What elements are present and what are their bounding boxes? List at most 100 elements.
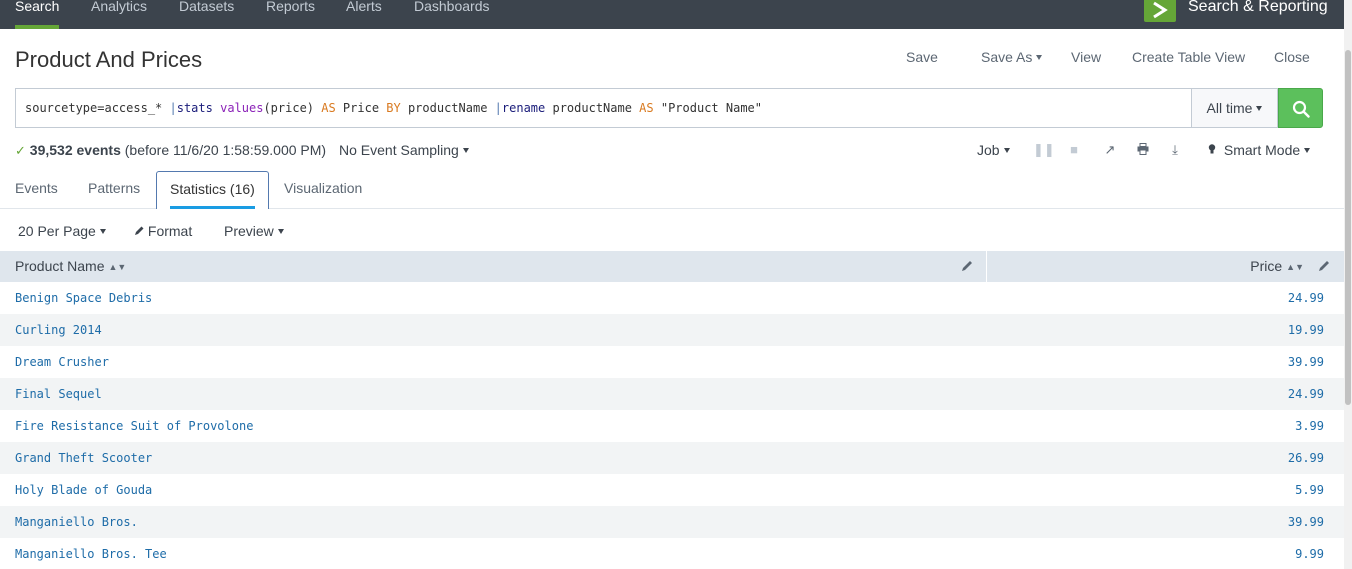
share-icon[interactable]: ↗ <box>1102 141 1118 159</box>
page-title: Product And Prices <box>15 47 203 72</box>
print-icon[interactable] <box>1135 141 1151 159</box>
nav-datasets[interactable]: Datasets <box>179 0 234 26</box>
product-name-cell[interactable]: Benign Space Debris <box>15 282 152 314</box>
product-name-cell[interactable]: Manganiello Bros. <box>15 506 138 538</box>
format-button[interactable]: Format <box>134 222 192 240</box>
results-table-body: Benign Space Debris 24.99 Curling 2014 19.9… <box>0 282 1344 569</box>
tab-events[interactable]: Events <box>15 169 58 209</box>
event-sampling-dropdown[interactable]: No Event Sampling <box>339 141 469 159</box>
event-sampling-label: No Event Sampling <box>339 142 459 158</box>
table-row[interactable]: Fire Resistance Suit of Provolone 3.99 <box>0 410 1344 442</box>
column-divider[interactable] <box>986 251 987 282</box>
app-name[interactable]: Search & Reporting <box>1188 0 1328 17</box>
result-tabs: Events Patterns Statistics (16) Visualiz… <box>0 169 1344 209</box>
chevron-down-icon <box>1036 55 1043 60</box>
price-cell[interactable]: 5.99 <box>1295 474 1324 506</box>
product-name-cell[interactable]: Grand Theft Scooter <box>15 442 152 474</box>
tab-patterns[interactable]: Patterns <box>88 169 140 209</box>
price-cell[interactable]: 24.99 <box>1288 378 1324 410</box>
price-cell[interactable]: 26.99 <box>1288 442 1324 474</box>
query-token: sourcetype=access_* <box>25 101 170 115</box>
nav-search[interactable]: Search <box>15 0 59 26</box>
price-cell[interactable]: 39.99 <box>1288 506 1324 538</box>
chevron-down-icon <box>1304 148 1311 153</box>
column-header-price[interactable]: Price ▲▼ <box>1250 251 1304 282</box>
price-cell[interactable]: 9.99 <box>1295 538 1324 569</box>
query-token: productName <box>545 101 640 115</box>
table-row[interactable]: Grand Theft Scooter 26.99 <box>0 442 1344 474</box>
save-as-button[interactable]: Save As <box>981 48 1043 66</box>
query-token: | <box>494 101 502 115</box>
bulb-icon <box>1208 144 1216 154</box>
export-icon[interactable]: ⤓ <box>1167 141 1183 159</box>
per-page-dropdown[interactable]: 20 Per Page <box>18 222 106 240</box>
create-table-view-button[interactable]: Create Table View <box>1132 48 1245 66</box>
table-row[interactable]: Final Sequel 24.99 <box>0 378 1344 410</box>
nav-reports[interactable]: Reports <box>266 0 315 26</box>
job-label: Job <box>977 142 1000 158</box>
per-page-label: 20 Per Page <box>18 223 96 239</box>
event-status: ✓ 39,532 events (before 11/6/20 1:58:59.… <box>15 141 326 160</box>
event-count: 39,532 events <box>29 142 121 158</box>
search-mode-label: Smart Mode <box>1223 142 1301 158</box>
nav-analytics[interactable]: Analytics <box>91 0 147 26</box>
table-row[interactable]: Dream Crusher 39.99 <box>0 346 1344 378</box>
tab-visualization[interactable]: Visualization <box>284 169 362 209</box>
table-row[interactable]: Holy Blade of Gouda 5.99 <box>0 474 1344 506</box>
column-label: Price <box>1250 258 1283 274</box>
product-name-cell[interactable]: Holy Blade of Gouda <box>15 474 152 506</box>
search-icon <box>1292 100 1310 118</box>
active-tab-indicator <box>170 206 255 209</box>
table-row[interactable]: Benign Space Debris 24.99 <box>0 282 1344 314</box>
pause-icon[interactable]: ❚❚ <box>1033 141 1055 159</box>
product-name-cell[interactable]: Dream Crusher <box>15 346 109 378</box>
price-cell[interactable]: 39.99 <box>1288 346 1324 378</box>
save-as-label: Save As <box>981 49 1033 65</box>
search-mode-dropdown[interactable]: Smart Mode <box>1208 141 1311 159</box>
page-scrollbar[interactable] <box>1344 0 1352 569</box>
search-input[interactable]: sourcetype=access_* |stats values(price)… <box>15 88 1192 128</box>
app-logo-icon[interactable] <box>1144 0 1176 22</box>
top-nav: Search Analytics Datasets Reports Alerts… <box>0 0 1344 29</box>
price-cell[interactable]: 3.99 <box>1295 410 1324 442</box>
query-token: rename <box>501 101 546 115</box>
checkmark-icon: ✓ <box>15 143 26 158</box>
product-name-cell[interactable]: Manganiello Bros. Tee <box>15 538 167 569</box>
nav-alerts[interactable]: Alerts <box>346 0 382 26</box>
chevron-down-icon <box>99 229 106 234</box>
query-token: AS <box>639 101 654 115</box>
price-cell[interactable]: 24.99 <box>1288 282 1324 314</box>
format-label: Format <box>147 223 193 239</box>
tab-statistics-label: Statistics (16) <box>170 181 255 197</box>
query-token: stats <box>176 101 213 115</box>
view-button[interactable]: View <box>1071 48 1101 66</box>
table-header: Product Name ▲▼ Price ▲▼ <box>0 251 1344 282</box>
nav-active-indicator <box>15 25 59 29</box>
search-button[interactable] <box>1278 88 1323 128</box>
time-range-picker[interactable]: All time <box>1191 88 1278 128</box>
product-name-cell[interactable]: Fire Resistance Suit of Provolone <box>15 410 253 442</box>
chevron-down-icon <box>277 229 284 234</box>
edit-column-icon[interactable] <box>1317 259 1331 273</box>
product-name-cell[interactable]: Final Sequel <box>15 378 102 410</box>
save-button[interactable]: Save <box>906 48 938 66</box>
sort-icon: ▲▼ <box>1286 262 1304 272</box>
column-header-product-name[interactable]: Product Name ▲▼ <box>15 251 126 282</box>
edit-column-icon[interactable] <box>960 259 974 273</box>
price-cell[interactable]: 19.99 <box>1288 314 1324 346</box>
table-row[interactable]: Manganiello Bros. Tee 9.99 <box>0 538 1344 569</box>
table-row[interactable]: Curling 2014 19.99 <box>0 314 1344 346</box>
query-token: BY <box>386 101 401 115</box>
nav-dashboards[interactable]: Dashboards <box>414 0 490 26</box>
query-token <box>213 101 220 115</box>
preview-dropdown[interactable]: Preview <box>224 222 284 240</box>
tab-statistics[interactable]: Statistics (16) <box>156 171 269 209</box>
product-name-cell[interactable]: Curling 2014 <box>15 314 102 346</box>
scrollbar-thumb[interactable] <box>1345 50 1351 405</box>
job-menu[interactable]: Job <box>977 141 1010 159</box>
close-button[interactable]: Close <box>1274 48 1310 66</box>
query-token: Price <box>335 101 387 115</box>
stop-icon[interactable]: ■ <box>1066 141 1082 159</box>
column-label: Product Name <box>15 258 105 274</box>
table-row[interactable]: Manganiello Bros. 39.99 <box>0 506 1344 538</box>
